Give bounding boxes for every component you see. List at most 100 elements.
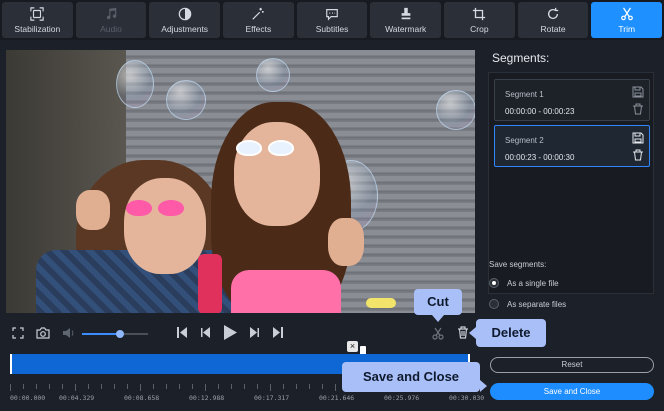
radio-label: As a single file bbox=[507, 278, 559, 288]
tab-label: Trim bbox=[618, 23, 636, 34]
radio-separate-files[interactable]: As separate files bbox=[489, 299, 566, 309]
ruler-tick bbox=[62, 384, 63, 389]
ruler-tick bbox=[166, 384, 167, 389]
save-icon[interactable] bbox=[632, 86, 644, 98]
ruler-tick bbox=[10, 384, 11, 391]
ruler-tick bbox=[127, 384, 128, 389]
save-segments-label: Save segments: bbox=[489, 260, 547, 269]
fullscreen-icon[interactable] bbox=[12, 327, 24, 339]
ruler-tick bbox=[283, 384, 284, 389]
callout-tail bbox=[469, 327, 476, 339]
ruler-tick-label: 00:04.329 bbox=[59, 394, 95, 402]
ruler-tick bbox=[23, 384, 24, 389]
segments-title: Segments: bbox=[492, 51, 550, 65]
trash-icon[interactable] bbox=[632, 103, 644, 115]
save-and-close-button[interactable]: Save and Close bbox=[490, 383, 654, 400]
ruler-tick bbox=[231, 384, 232, 389]
cut-scissors-icon[interactable] bbox=[432, 327, 444, 340]
ruler-tick bbox=[179, 384, 180, 389]
ruler-tick bbox=[322, 384, 323, 389]
tab-label: Crop bbox=[470, 23, 489, 34]
skip-to-start-icon[interactable] bbox=[176, 326, 188, 339]
segment-name: Segment 1 bbox=[505, 90, 544, 99]
ruler-tick-label: 00:25.976 bbox=[384, 394, 420, 402]
volume-icon[interactable] bbox=[62, 327, 75, 339]
tab-rotate[interactable]: Rotate bbox=[517, 2, 589, 38]
volume-handle[interactable] bbox=[116, 330, 125, 338]
magic-wand-icon bbox=[252, 7, 265, 20]
segment-close-icon[interactable]: × bbox=[347, 341, 358, 352]
player-controls bbox=[0, 318, 480, 348]
tab-label: Effects bbox=[245, 23, 272, 34]
radio-single-file[interactable]: As a single file bbox=[489, 278, 559, 288]
ruler-tick bbox=[49, 384, 50, 389]
callout-tail bbox=[480, 380, 487, 392]
tab-audio[interactable]: Audio bbox=[75, 2, 147, 38]
volume-slider[interactable] bbox=[82, 330, 148, 338]
ruler-tick-label: 00:30.030 bbox=[449, 394, 485, 402]
tool-tabs: Stabilization Audio Adjustments Effects … bbox=[0, 0, 664, 40]
segment-time: 00:00:23 - 00:00:30 bbox=[505, 153, 575, 162]
rotate-icon bbox=[548, 7, 559, 19]
tab-subtitles[interactable]: Subtitles bbox=[296, 2, 368, 38]
segment-item[interactable]: Segment 2 00:00:23 - 00:00:30 bbox=[494, 125, 650, 167]
tab-adjustments[interactable]: Adjustments bbox=[149, 2, 221, 38]
person-face bbox=[124, 178, 206, 274]
tab-effects[interactable]: Effects bbox=[223, 2, 294, 38]
ruler-tick bbox=[75, 384, 76, 391]
bubble bbox=[166, 80, 206, 120]
save-close-callout: Save and Close bbox=[342, 362, 480, 392]
tab-label: Watermark bbox=[385, 23, 427, 34]
hand bbox=[76, 190, 110, 230]
hand bbox=[328, 218, 364, 266]
music-note-icon bbox=[106, 7, 117, 19]
ruler-tick bbox=[36, 384, 37, 389]
ruler-tick bbox=[101, 384, 102, 389]
skip-to-end-icon[interactable] bbox=[272, 326, 284, 339]
stabilization-icon bbox=[30, 6, 45, 21]
bracelet bbox=[366, 298, 396, 308]
play-icon[interactable] bbox=[222, 324, 238, 341]
segment-time: 00:00:00 - 00:00:23 bbox=[505, 107, 575, 116]
radio-button[interactable] bbox=[489, 299, 499, 309]
speech-bubble-icon bbox=[326, 8, 338, 21]
ruler-tick-label: 00:08.658 bbox=[124, 394, 160, 402]
bubble bbox=[256, 58, 290, 92]
reset-button[interactable]: Reset bbox=[490, 357, 654, 373]
bubble-wand bbox=[198, 254, 222, 313]
person-face bbox=[234, 122, 320, 226]
video-preview[interactable] bbox=[6, 50, 475, 313]
sunglasses bbox=[236, 140, 294, 156]
radio-label: As separate files bbox=[507, 299, 567, 309]
bubble bbox=[436, 90, 475, 130]
crop-icon bbox=[473, 7, 486, 20]
ruler-tick-label: 00:00.000 bbox=[10, 394, 46, 402]
save-icon[interactable] bbox=[632, 132, 644, 144]
tab-label: Subtitles bbox=[315, 23, 349, 34]
ruler-tick bbox=[114, 384, 115, 389]
tab-stabilization[interactable]: Stabilization bbox=[2, 2, 73, 38]
bubble bbox=[116, 60, 154, 108]
delete-callout: Delete bbox=[476, 319, 546, 347]
tab-trim[interactable]: Trim bbox=[591, 2, 663, 38]
segment-item[interactable]: Segment 1 00:00:00 - 00:00:23 bbox=[494, 79, 650, 121]
camera-icon[interactable] bbox=[36, 326, 50, 339]
trash-icon[interactable] bbox=[632, 149, 644, 161]
ruler-tick bbox=[296, 384, 297, 389]
tab-watermark[interactable]: Watermark bbox=[370, 2, 442, 38]
tab-label: Audio bbox=[100, 23, 122, 34]
ruler-tick bbox=[257, 384, 258, 389]
next-frame-icon[interactable] bbox=[248, 326, 260, 339]
cut-callout: Cut bbox=[414, 289, 462, 315]
segments-panel: Segments: Segment 1 00:00:00 - 00:00:23 … bbox=[486, 44, 664, 411]
radio-button[interactable] bbox=[489, 278, 499, 288]
contrast-icon bbox=[178, 7, 191, 20]
scissors-icon bbox=[620, 7, 633, 20]
trash-icon[interactable] bbox=[457, 326, 469, 339]
ruler-tick-label: 00:17.317 bbox=[254, 394, 290, 402]
previous-frame-icon[interactable] bbox=[200, 326, 212, 339]
segment-name: Segment 2 bbox=[505, 136, 544, 145]
tab-crop[interactable]: Crop bbox=[444, 2, 515, 38]
ruler-tick bbox=[270, 384, 271, 391]
ruler-tick bbox=[140, 384, 141, 391]
